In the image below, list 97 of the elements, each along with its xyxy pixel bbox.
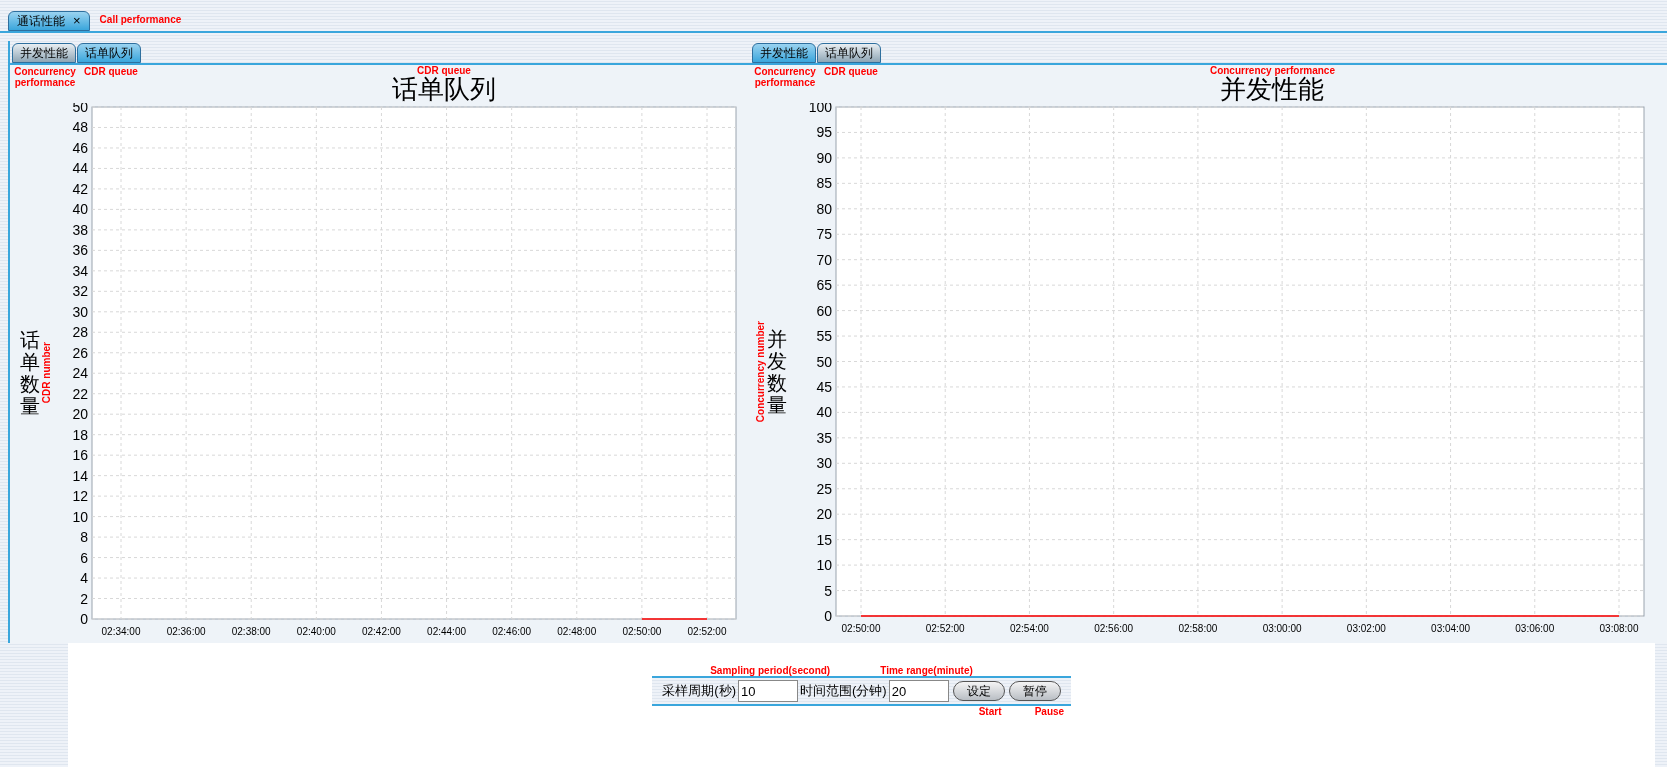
x-tick-label: 02:50:00 xyxy=(622,626,662,637)
y-tick-label: 24 xyxy=(72,365,88,382)
annotation-label: CDR queue xyxy=(824,66,878,79)
y-tick-label: 28 xyxy=(72,324,88,341)
x-tick-label: 03:00:00 xyxy=(1262,623,1302,634)
y-tick-label: 45 xyxy=(816,378,832,395)
y-tick-label: 35 xyxy=(816,429,832,446)
annotation-label: CDR queue xyxy=(417,65,471,76)
chart-title: 并发性能 xyxy=(1220,76,1325,102)
y-tick-label: 75 xyxy=(816,226,832,243)
x-tick-label: 02:58:00 xyxy=(1178,623,1218,634)
x-tick-label: 03:08:00 xyxy=(1599,623,1639,634)
y-tick-label: 4 xyxy=(80,570,88,587)
annotation-label: Pause xyxy=(1034,706,1065,717)
y-tick-label: 18 xyxy=(72,426,88,443)
y-tick-label: 20 xyxy=(816,506,832,523)
tab[interactable]: 话单队列 xyxy=(77,43,141,63)
y-tick-label: 44 xyxy=(72,160,88,177)
close-icon[interactable]: × xyxy=(73,11,81,31)
annotation-label: Time range(minute) xyxy=(880,665,973,676)
annotation-label: Concurrency performance xyxy=(1209,65,1335,76)
annotation-label: Start xyxy=(978,706,1002,717)
y-tick-label: 2 xyxy=(80,590,88,607)
field-label: 时间范围(分钟) xyxy=(800,682,887,701)
x-tick-label: 02:46:00 xyxy=(492,626,532,637)
y-tick-label: 14 xyxy=(72,467,88,484)
y-tick-label: 55 xyxy=(816,328,832,345)
y-tick-label: 12 xyxy=(72,488,88,505)
y-tick-label: 65 xyxy=(816,277,832,294)
chart-title: 话单队列 xyxy=(391,76,496,102)
y-tick-label: 46 xyxy=(72,139,88,156)
y-tick-label: 40 xyxy=(72,201,88,218)
input-field[interactable]: 20 xyxy=(888,680,949,702)
annotation-label: CDR number xyxy=(41,342,52,404)
y-tick-label: 6 xyxy=(80,549,88,566)
x-tick-label: 03:04:00 xyxy=(1431,623,1470,634)
x-tick-label: 02:50:00 xyxy=(841,623,881,634)
y-tick-label: 38 xyxy=(72,221,88,238)
annotation-label: Concurrency performance xyxy=(754,66,816,90)
x-tick-label: 02:34:00 xyxy=(101,626,141,637)
x-tick-label: 02:36:00 xyxy=(166,626,206,637)
field-label: 采样周期(秒) xyxy=(662,682,736,701)
y-tick-label: 10 xyxy=(72,508,88,525)
x-tick-label: 02:42:00 xyxy=(362,626,401,637)
y-tick-label: 90 xyxy=(816,149,832,166)
x-tick-label: 02:54:00 xyxy=(1010,623,1049,634)
y-axis-title: 话单数量 xyxy=(20,329,40,417)
y-tick-label: 32 xyxy=(72,283,88,300)
y-tick-label: 25 xyxy=(816,480,832,497)
y-tick-label: 8 xyxy=(80,529,88,546)
input-field[interactable]: 10 xyxy=(738,680,798,702)
pill-button[interactable]: 设定 xyxy=(952,681,1005,701)
y-tick-label: 0 xyxy=(824,608,832,624)
y-tick-label: 100 xyxy=(808,103,832,115)
annotation-label: Concurrency number xyxy=(755,320,766,423)
y-tick-label: 50 xyxy=(816,353,832,370)
annotation-label: Sampling period(second) xyxy=(710,665,831,676)
y-tick-label: 36 xyxy=(72,242,88,259)
x-tick-label: 02:52:00 xyxy=(687,626,727,637)
tab[interactable]: 话单队列 xyxy=(817,43,881,63)
pill-button[interactable]: 暂停 xyxy=(1008,681,1061,701)
y-tick-label: 16 xyxy=(72,447,88,464)
x-tick-label: 02:40:00 xyxy=(296,626,336,637)
y-tick-label: 22 xyxy=(72,385,88,402)
y-axis-title: 并发数量 xyxy=(767,327,787,416)
y-tick-label: 95 xyxy=(816,124,832,141)
y-tick-label: 85 xyxy=(816,175,832,192)
y-tick-label: 10 xyxy=(816,557,832,574)
x-tick-label: 02:52:00 xyxy=(925,623,965,634)
y-tick-label: 5 xyxy=(824,582,832,599)
y-tick-label: 30 xyxy=(816,455,832,472)
y-tick-label: 20 xyxy=(72,406,88,423)
y-tick-label: 34 xyxy=(72,262,88,279)
y-tick-label: 42 xyxy=(72,180,88,197)
y-tick-label: 40 xyxy=(816,404,832,421)
x-tick-label: 02:38:00 xyxy=(231,626,271,637)
y-tick-label: 60 xyxy=(816,302,832,319)
annotation-label: Call performance xyxy=(99,14,182,27)
x-tick-label: 03:02:00 xyxy=(1346,623,1386,634)
annotation-label: Concurrency performance xyxy=(14,66,76,90)
y-tick-label: 70 xyxy=(816,251,832,268)
line-series xyxy=(641,618,708,620)
x-tick-label: 02:44:00 xyxy=(427,626,466,637)
y-tick-label: 48 xyxy=(72,119,88,136)
y-tick-label: 26 xyxy=(72,344,88,361)
x-tick-label: 03:06:00 xyxy=(1515,623,1555,634)
y-tick-label: 0 xyxy=(80,611,88,627)
tab[interactable]: 通话性能 × xyxy=(8,11,90,31)
x-tick-label: 02:48:00 xyxy=(557,626,597,637)
y-tick-label: 15 xyxy=(816,531,832,548)
y-tick-label: 80 xyxy=(816,200,832,217)
y-tick-label: 30 xyxy=(72,303,88,320)
annotation-label: CDR queue xyxy=(84,66,138,79)
tab[interactable]: 并发性能 xyxy=(12,43,76,63)
y-tick-label: 50 xyxy=(72,103,88,115)
tab[interactable]: 并发性能 xyxy=(752,43,816,63)
x-tick-label: 02:56:00 xyxy=(1094,623,1134,634)
